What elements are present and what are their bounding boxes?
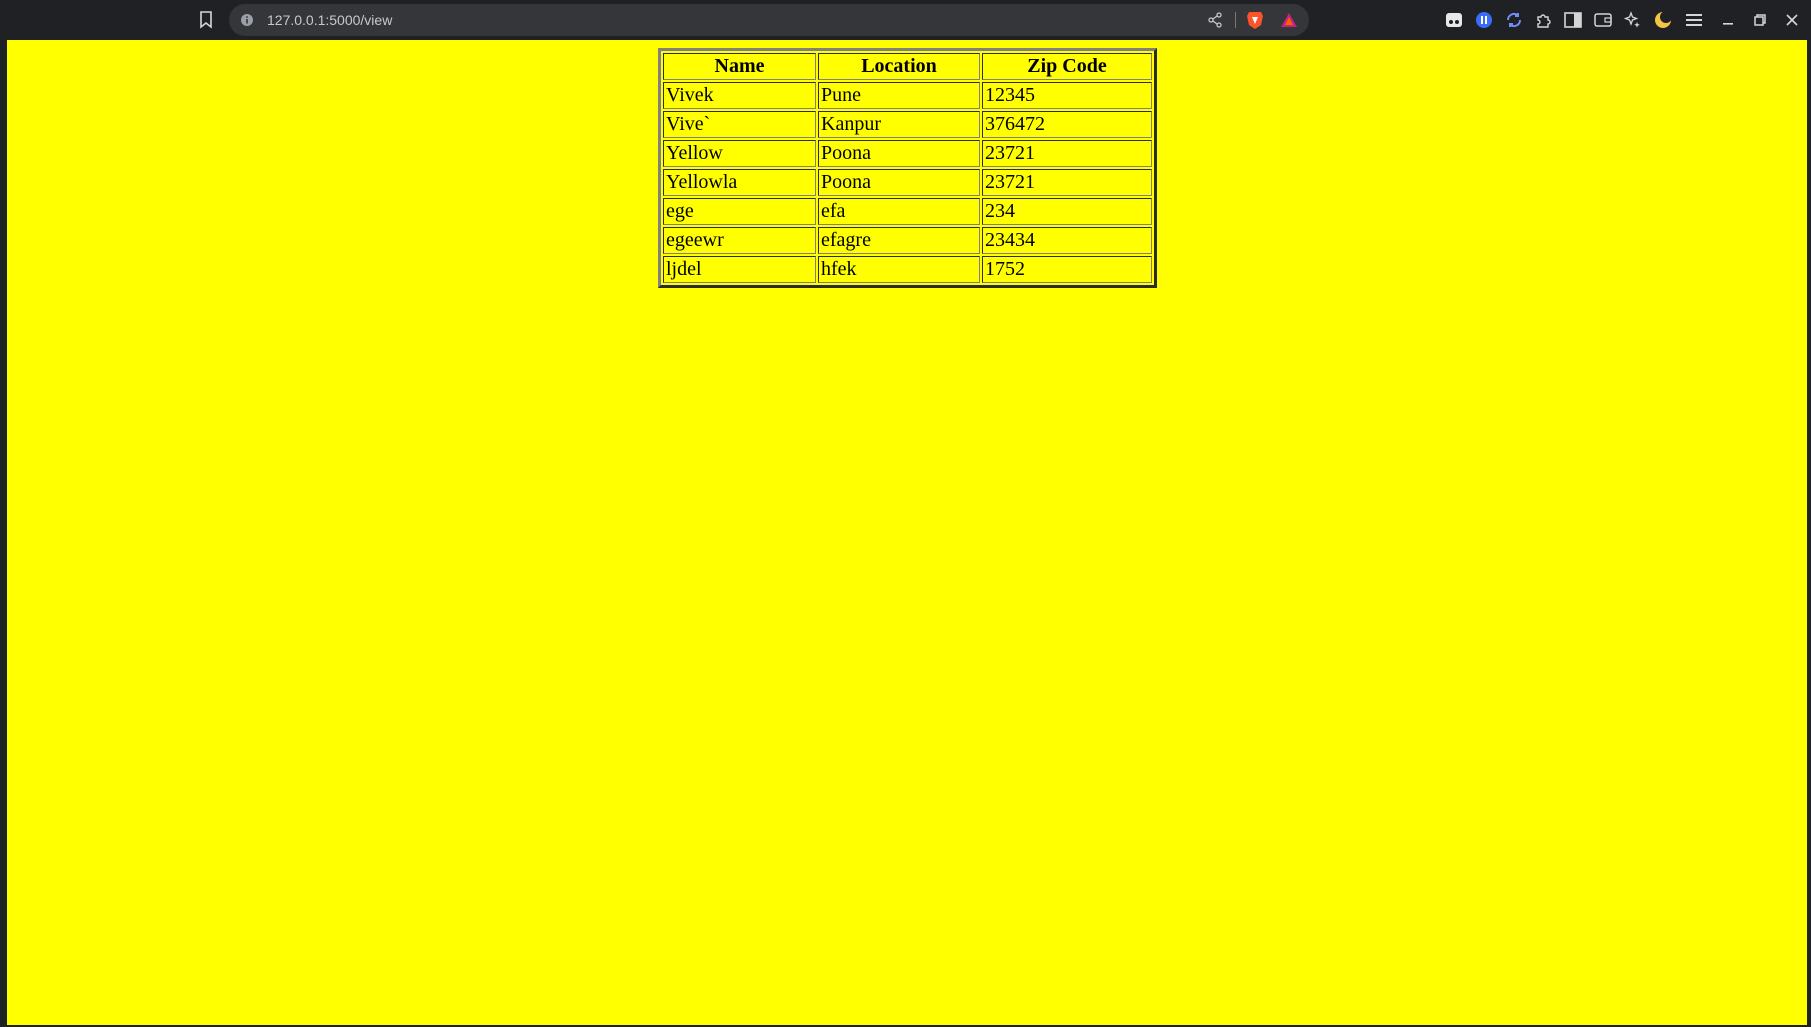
records-table: Name Location Zip Code Vivek Pune 12345 … <box>658 48 1157 288</box>
cell-location: efa <box>818 198 980 225</box>
close-icon[interactable] <box>1782 10 1802 30</box>
cell-name: ege <box>663 198 816 225</box>
table-row: Yellowla Poona 23721 <box>663 169 1152 196</box>
cell-zip-code: 23434 <box>982 227 1152 254</box>
table-row: ege efa 234 <box>663 198 1152 225</box>
cell-name: Vivek <box>663 82 816 109</box>
cell-name: Vive` <box>663 111 816 138</box>
leo-icon[interactable] <box>1623 10 1643 30</box>
brave-shield-icon[interactable] <box>1245 10 1265 30</box>
cell-name: Yellow <box>663 140 816 167</box>
brave-rewards-icon[interactable] <box>1279 10 1299 30</box>
cell-zip-code: 23721 <box>982 169 1152 196</box>
night-icon[interactable] <box>1653 10 1673 30</box>
restore-icon[interactable] <box>1750 10 1770 30</box>
header-location: Location <box>818 53 980 80</box>
header-zip-code: Zip Code <box>982 53 1152 80</box>
cell-zip-code: 12345 <box>982 82 1152 109</box>
cell-location: efagre <box>818 227 980 254</box>
table-row: Yellow Poona 23721 <box>663 140 1152 167</box>
table-row: ljdel hfek 1752 <box>663 256 1152 283</box>
cell-zip-code: 234 <box>982 198 1152 225</box>
cell-name: ljdel <box>663 256 816 283</box>
menu-icon[interactable] <box>1684 10 1704 30</box>
info-icon[interactable] <box>239 12 255 28</box>
reader-icon[interactable] <box>1444 10 1464 30</box>
extensions-icon[interactable] <box>1534 10 1554 30</box>
share-icon[interactable] <box>1207 12 1223 28</box>
header-name: Name <box>663 53 816 80</box>
cell-location: Kanpur <box>818 111 980 138</box>
cell-zip-code: 23721 <box>982 140 1152 167</box>
table-header-row: Name Location Zip Code <box>663 53 1152 80</box>
table-row: egeewr efagre 23434 <box>663 227 1152 254</box>
cell-location: hfek <box>818 256 980 283</box>
sidebar-icon[interactable] <box>1563 10 1583 30</box>
cell-name: Yellowla <box>663 169 816 196</box>
minimize-icon[interactable] <box>1718 10 1738 30</box>
cell-zip-code: 376472 <box>982 111 1152 138</box>
cell-zip-code: 1752 <box>982 256 1152 283</box>
divider <box>1235 12 1236 28</box>
wallet-icon[interactable] <box>1593 10 1613 30</box>
sync-icon[interactable] <box>1504 10 1524 30</box>
url-text[interactable]: 127.0.0.1:5000/view <box>267 4 392 36</box>
cell-location: Pune <box>818 82 980 109</box>
page-content: Name Location Zip Code Vivek Pune 12345 … <box>7 40 1807 1025</box>
cell-name: egeewr <box>663 227 816 254</box>
bookmark-icon[interactable] <box>196 10 216 30</box>
cell-location: Poona <box>818 169 980 196</box>
table-row: Vive` Kanpur 376472 <box>663 111 1152 138</box>
address-bar[interactable]: 127.0.0.1:5000/view <box>229 4 1309 36</box>
cell-location: Poona <box>818 140 980 167</box>
table-row: Vivek Pune 12345 <box>663 82 1152 109</box>
pause-icon[interactable] <box>1474 10 1494 30</box>
browser-toolbar: 127.0.0.1:5000/view <box>0 0 1811 40</box>
